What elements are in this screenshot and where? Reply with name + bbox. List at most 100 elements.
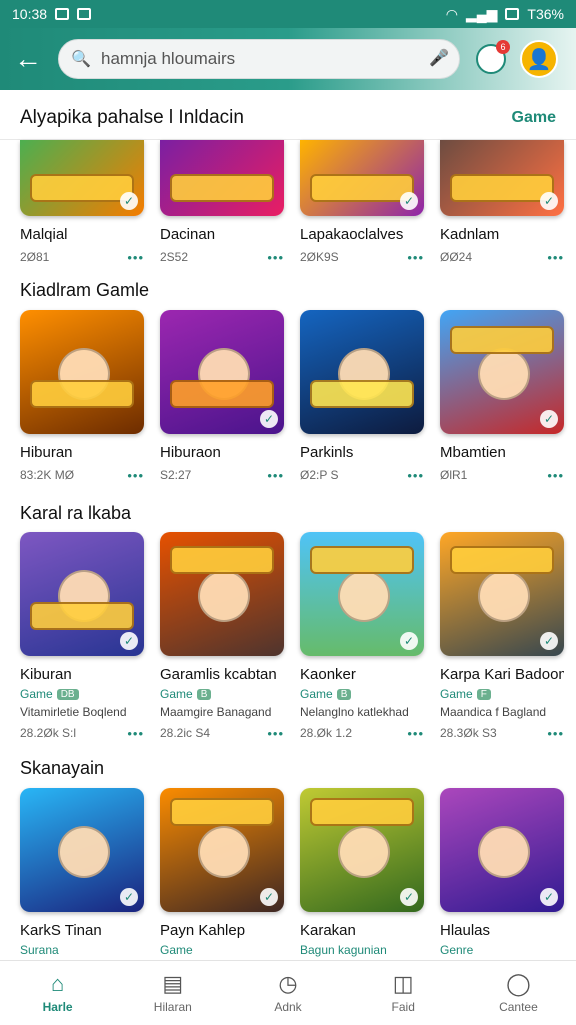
game-thumbnail[interactable]: ✓ <box>300 140 424 216</box>
more-icon[interactable]: ••• <box>127 468 144 483</box>
nav-label: Cantee <box>499 1000 538 1014</box>
page-title: Alyapika pahalse l Inldacin <box>20 106 244 128</box>
game-card[interactable]: ✓ Mbamtien ØlR1 ••• <box>440 310 564 483</box>
arrow-left-icon: ← <box>14 43 42 74</box>
nav-label: Adnk <box>274 1000 302 1014</box>
game-thumbnail[interactable]: ✓ <box>20 788 144 912</box>
check-icon: ✓ <box>120 192 138 210</box>
news-icon: ▤ <box>162 971 184 996</box>
game-card[interactable]: ✓ Payn Kahlep Game <box>160 788 284 957</box>
more-icon[interactable]: ••• <box>407 250 424 265</box>
game-card[interactable]: ✓ Karakan Bagun kagunian <box>300 788 424 957</box>
game-thumbnail[interactable]: ✓ <box>160 310 284 434</box>
game-count: 2S52 <box>160 250 189 264</box>
game-thumbnail[interactable] <box>160 140 284 216</box>
avatar[interactable]: 👤 <box>520 40 558 78</box>
game-name: Payn Kahlep <box>160 922 246 939</box>
nav-news[interactable]: ▤ Hilaran <box>115 961 230 1025</box>
game-thumbnail[interactable]: ✓ <box>440 788 564 912</box>
game-card[interactable]: ✓ Karpa Kari Badoom Game F Maandica f Bag… <box>440 532 564 741</box>
section-title: Kiadlram Gamle <box>20 280 150 300</box>
game-card[interactable]: ✓ Hlaulas Genre <box>440 788 564 957</box>
game-card[interactable]: ✓ Kadnlam ØØ24 ••• <box>440 140 564 265</box>
game-thumbnail[interactable]: ✓ <box>440 140 564 216</box>
more-icon[interactable]: ••• <box>267 726 284 741</box>
check-icon: ✓ <box>400 192 418 210</box>
more-icon[interactable]: ••• <box>547 726 564 741</box>
microphone-icon[interactable]: 🎤 <box>429 48 449 70</box>
game-count: 28.2Øk S:l <box>20 726 77 740</box>
game-thumbnail[interactable]: ✓ <box>440 310 564 434</box>
game-thumbnail[interactable]: ✓ <box>300 532 424 656</box>
game-genre: Game <box>300 687 333 701</box>
game-card[interactable]: ✓ Kaonker Game B Nelanglno katlekhad 28.Ø… <box>300 532 424 741</box>
game-thumbnail[interactable]: ✓ <box>300 788 424 912</box>
game-genre: Surana <box>20 943 59 957</box>
game-card[interactable]: ✓ Hiburaon S2:27 ••• <box>160 310 284 483</box>
game-name: Mbamtien <box>440 444 506 461</box>
nav-clock[interactable]: ◷ Adnk <box>230 961 345 1025</box>
section-title: Karal ra lkaba <box>20 503 132 523</box>
notification-button[interactable]: 6 <box>476 40 510 74</box>
game-thumbnail[interactable]: ✓ <box>160 788 284 912</box>
notification-badge: 6 <box>496 40 510 54</box>
check-icon: ✓ <box>260 410 278 428</box>
game-thumbnail[interactable] <box>300 310 424 434</box>
signal-icon: ▂▄▆ <box>465 5 498 22</box>
battery-text: T36% <box>527 6 564 22</box>
search-icon: 🔍 <box>71 51 91 68</box>
tab-game[interactable]: Game <box>512 109 556 127</box>
nav-profile[interactable]: ◯ Cantee <box>461 961 576 1025</box>
game-name: Hlaulas <box>440 922 491 939</box>
more-icon[interactable]: ••• <box>407 468 424 483</box>
game-card[interactable]: Parkinls Ø2:P S ••• <box>300 310 424 483</box>
person-icon: ◯ <box>506 971 531 996</box>
clock-icon: ◷ <box>278 971 298 996</box>
game-count: S2:27 <box>160 468 192 482</box>
more-icon[interactable]: ••• <box>547 468 564 483</box>
more-icon[interactable]: ••• <box>267 468 284 483</box>
game-thumbnail[interactable]: ✓ <box>20 532 144 656</box>
search-bar[interactable]: 🔍 hamnja hloumairs 🎤 <box>58 39 460 79</box>
back-button[interactable]: ← <box>10 41 46 77</box>
more-icon[interactable]: ••• <box>407 726 424 741</box>
check-icon: ✓ <box>400 888 418 906</box>
game-name: Parkinls <box>300 444 354 461</box>
game-thumbnail[interactable] <box>20 310 144 434</box>
status-bar: 10:38 ◠ ▂▄▆ T36% <box>0 0 576 28</box>
game-name: Garamlis kcabtan <box>160 666 277 683</box>
game-count: 28.Øk 1.2 <box>300 726 353 740</box>
battery-icon <box>505 8 520 20</box>
game-row-2: Hiburan 83:2K MØ ••• ✓ Hiburaon S2:27 ••• … <box>20 310 564 483</box>
game-description: Nelanglno katlekhad <box>300 705 409 719</box>
search-input[interactable]: hamnja hloumairs <box>101 49 429 69</box>
game-thumbnail[interactable]: ✓ <box>440 532 564 656</box>
game-name: Dacinan <box>160 226 216 243</box>
nav-label: Hilaran <box>153 1000 192 1014</box>
nav-home[interactable]: ⌂ Harle <box>0 961 115 1025</box>
game-count: ØlR1 <box>440 468 468 482</box>
more-icon[interactable]: ••• <box>127 726 144 741</box>
game-genre: Bagun kagunian <box>300 943 387 957</box>
game-card[interactable]: ✓ Kiburan Game DB Vitamirletie Boqlend 28… <box>20 532 144 741</box>
more-icon[interactable]: ••• <box>267 250 284 265</box>
game-card[interactable]: ✓ Lapakaoclalves 2ØK9S ••• <box>300 140 424 265</box>
more-icon[interactable]: ••• <box>547 250 564 265</box>
bottom-nav: ⌂ Harle ▤ Hilaran ◷ Adnk ◫ Faid ◯ Cantee <box>0 960 576 1025</box>
game-card[interactable]: ✓ KarkS Tinan Surana <box>20 788 144 957</box>
game-card[interactable]: Hiburan 83:2K MØ ••• <box>20 310 144 483</box>
game-card[interactable]: ✓ Malqial 2Ø81 ••• <box>20 140 144 265</box>
nav-label: Faid <box>391 1000 415 1014</box>
game-card[interactable]: Garamlis kcabtan Game B Maamgire Banagand… <box>160 532 284 741</box>
game-name: Lapakaoclalves <box>300 226 404 243</box>
genre-badge: B <box>196 688 212 700</box>
check-icon: ✓ <box>540 192 558 210</box>
more-icon[interactable]: ••• <box>127 250 144 265</box>
game-card[interactable]: Dacinan 2S52 ••• <box>160 140 284 265</box>
game-thumbnail[interactable]: ✓ <box>20 140 144 216</box>
game-genre: Game <box>440 687 473 701</box>
game-thumbnail[interactable] <box>160 532 284 656</box>
game-name: KarkS Tinan <box>20 922 102 939</box>
nav-bag[interactable]: ◫ Faid <box>346 961 461 1025</box>
check-icon: ✓ <box>120 632 138 650</box>
